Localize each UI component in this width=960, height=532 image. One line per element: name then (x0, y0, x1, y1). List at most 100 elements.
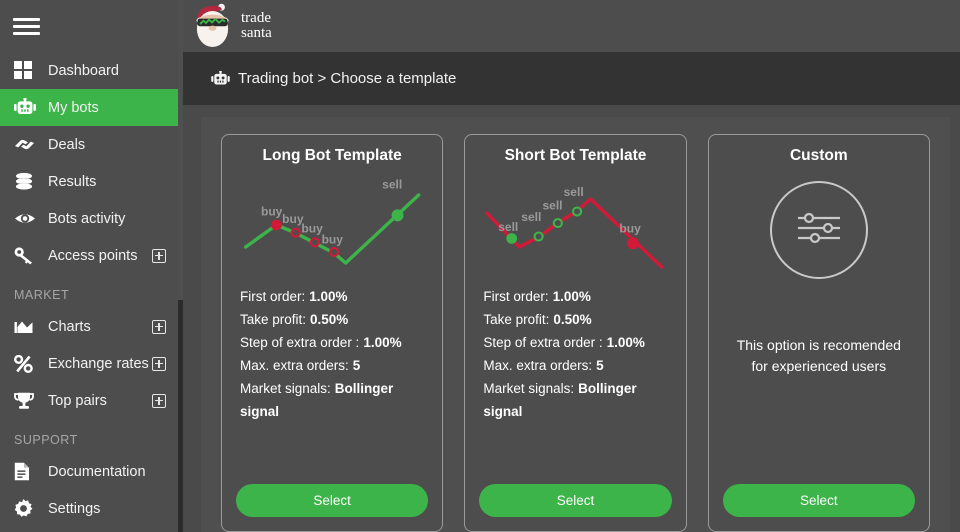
sidebar: Dashboard My bots (0, 0, 178, 532)
card-title: Custom (723, 147, 915, 165)
select-button-long[interactable]: Select (236, 484, 428, 517)
param-max-extra-orders: Max. extra orders: 5 (240, 354, 424, 377)
sidebar-item-label: Deals (48, 137, 166, 153)
param-first-order: First order: 1.00% (240, 285, 424, 308)
custom-icon-circle (770, 181, 868, 279)
param-take-profit: Take profit: 0.50% (483, 308, 667, 331)
hamburger-menu-button[interactable] (0, 0, 178, 52)
trade-santa-logo-icon (191, 3, 235, 49)
sliders-icon (793, 208, 845, 253)
main-area: trade santa Tra (183, 0, 960, 532)
param-label: First order: (240, 289, 305, 304)
param-market-signals: Market signals:Bollinger signal (483, 377, 667, 423)
document-icon (14, 462, 39, 482)
param-label: Max. extra orders: (483, 358, 592, 373)
sidebar-item-top-pairs[interactable]: Top pairs (0, 382, 178, 419)
breadcrumb-text[interactable]: Trading bot > Choose a template (238, 70, 456, 87)
sidebar-item-exchange-rates[interactable]: Exchange rates (0, 345, 178, 382)
custom-note: This option is recomended for experience… (733, 335, 905, 377)
param-first-order: First order: 1.00% (483, 285, 667, 308)
short-bot-params: First order: 1.00% Take profit: 0.50% Step… (479, 285, 671, 423)
param-label: Take profit: (483, 312, 549, 327)
param-max-extra-orders: Max. extra orders: 5 (483, 354, 667, 377)
short-bot-template-chart: sell sell sell sell buy (479, 171, 671, 279)
marker-label-buy-1: buy (261, 204, 283, 218)
sidebar-item-documentation[interactable]: Documentation (0, 453, 178, 490)
sidebar-item-deals[interactable]: Deals (0, 126, 178, 163)
key-icon (14, 246, 39, 266)
sidebar-item-label: Charts (48, 319, 152, 335)
param-label: Step of extra order : (240, 335, 359, 350)
param-label: Step of extra order : (483, 335, 602, 350)
expand-plus-icon[interactable] (152, 357, 166, 371)
sidebar-item-my-bots[interactable]: My bots (0, 89, 178, 126)
param-value: 0.50% (553, 312, 591, 327)
sidebar-item-bots-activity[interactable]: Bots activity (0, 200, 178, 237)
marker-buy-3 (311, 238, 319, 246)
marker-buy-4 (330, 248, 338, 256)
breadcrumb-bar: Trading bot > Choose a template (183, 52, 960, 105)
card-spacer (236, 423, 428, 484)
handshake-icon (14, 135, 39, 155)
param-label: First order: (483, 289, 548, 304)
param-label: Market signals: (240, 381, 331, 396)
param-label: Max. extra orders: (240, 358, 349, 373)
sidebar-section-support: SUPPORT (0, 419, 178, 453)
param-value: 1.00% (553, 289, 591, 304)
sidebar-item-label: Exchange rates (48, 356, 152, 372)
template-panel: Long Bot Template buy buy buy buy sell (201, 117, 950, 532)
sidebar-item-label: Bots activity (48, 211, 166, 227)
param-value: 5 (353, 358, 361, 373)
custom-note-line-1: This option is recomended (737, 335, 901, 356)
card-short-bot-template[interactable]: Short Bot Template sell sell sell sell b… (464, 134, 686, 532)
robot-icon (14, 98, 39, 118)
sidebar-item-label: My bots (48, 100, 166, 116)
long-bot-template-chart: buy buy buy buy sell (236, 171, 428, 279)
param-step-extra-order: Step of extra order :1.00% (240, 331, 424, 354)
sidebar-item-label: Dashboard (48, 63, 166, 79)
param-market-signals: Market signals:Bollinger signal (240, 377, 424, 423)
marker-label-buy-3: buy (301, 222, 323, 236)
marker-buy (627, 237, 639, 249)
param-value: 1.00% (309, 289, 347, 304)
param-take-profit: Take profit:0.50% (240, 308, 424, 331)
marker-sell-4 (573, 207, 581, 215)
gear-icon (14, 499, 39, 519)
marker-sell-3 (554, 219, 562, 227)
card-title: Short Bot Template (479, 147, 671, 165)
sidebar-item-results[interactable]: Results (0, 163, 178, 200)
robot-icon (211, 71, 230, 87)
marker-buy-2 (292, 229, 300, 237)
sidebar-item-charts[interactable]: Charts (0, 308, 178, 345)
sidebar-item-settings[interactable]: Settings (0, 490, 178, 527)
card-spacer (479, 423, 671, 484)
app-root: Dashboard My bots (0, 0, 960, 532)
brand-logo[interactable]: trade santa (191, 3, 272, 49)
card-title: Long Bot Template (236, 147, 428, 165)
select-button-short[interactable]: Select (479, 484, 671, 517)
card-custom[interactable]: Custom (708, 134, 930, 532)
select-button-custom[interactable]: Select (723, 484, 915, 517)
param-value: 5 (596, 358, 604, 373)
sidebar-item-dashboard[interactable]: Dashboard (0, 52, 178, 89)
sidebar-item-label: Settings (48, 501, 166, 517)
param-label: Take profit: (240, 312, 306, 327)
percent-icon (14, 354, 39, 374)
param-value: 1.00% (607, 335, 645, 350)
sidebar-item-access-points[interactable]: Access points (0, 237, 178, 274)
expand-plus-icon[interactable] (152, 249, 166, 263)
marker-label-buy-4: buy (322, 232, 344, 246)
custom-card-body: This option is recomended for experience… (723, 167, 915, 431)
marker-sell-1 (508, 234, 517, 243)
card-long-bot-template[interactable]: Long Bot Template buy buy buy buy sell (221, 134, 443, 532)
sidebar-item-label: Documentation (48, 464, 166, 480)
expand-plus-icon[interactable] (152, 320, 166, 334)
expand-plus-icon[interactable] (152, 394, 166, 408)
sidebar-item-label: Results (48, 174, 166, 190)
marker-sell (392, 209, 404, 221)
param-step-extra-order: Step of extra order : 1.00% (483, 331, 667, 354)
param-label: Market signals: (483, 381, 574, 396)
card-spacer (723, 431, 915, 485)
brand-line-1: trade (241, 11, 272, 26)
trophy-icon (14, 391, 39, 411)
